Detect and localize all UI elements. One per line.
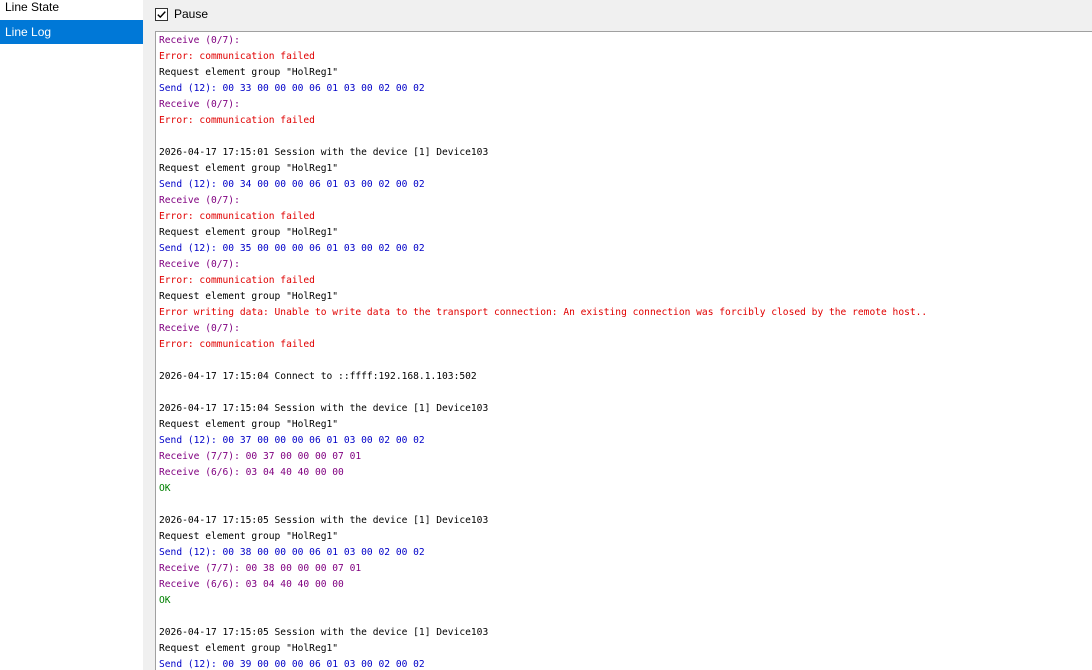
log-line: Error writing data: Unable to write data… [159, 307, 928, 318]
log-line: Receive (0/7): [159, 195, 240, 206]
log-line: Send (12): 00 38 00 00 00 06 01 03 00 02… [159, 547, 425, 558]
pause-checkbox[interactable] [155, 8, 168, 21]
log-line: Error: communication failed [159, 275, 315, 286]
log-line: OK [159, 483, 171, 494]
sidebar-item-line-log[interactable]: Line Log [0, 20, 143, 44]
log-line: 2026-04-17 17:15:04 Session with the dev… [159, 403, 489, 414]
log-line: Send (12): 00 33 00 00 00 06 01 03 00 02… [159, 83, 425, 94]
log-line: Request element group "HolReg1" [159, 163, 339, 174]
log-line: Send (12): 00 35 00 00 00 06 01 03 00 02… [159, 243, 425, 254]
log-toolbar: Pause [143, 0, 1092, 31]
log-line: 2026-04-17 17:15:01 Session with the dev… [159, 147, 489, 158]
log-line: Receive (0/7): [159, 99, 240, 110]
log-textbox[interactable]: Receive (0/7): Error: communication faile… [155, 31, 1092, 670]
log-line [159, 353, 927, 369]
log-line: Error: communication failed [159, 51, 315, 62]
log-line: Request element group "HolReg1" [159, 643, 339, 654]
log-line: Receive (7/7): 00 38 00 00 00 07 01 [159, 563, 362, 574]
log-line: Receive (6/6): 03 04 40 40 00 00 [159, 467, 344, 478]
line-log-window: Line State Line Log Pause Receive (0/7):… [0, 0, 1092, 670]
log-line: Receive (0/7): [159, 323, 240, 334]
log-pane: Pause Receive (0/7): Error: communication… [143, 0, 1092, 670]
pause-label[interactable]: Pause [174, 7, 208, 22]
log-line [159, 609, 927, 625]
log-line: Error: communication failed [159, 339, 315, 350]
log-line: Error: communication failed [159, 115, 315, 126]
checkmark-icon [157, 11, 166, 19]
log-line: Send (12): 00 34 00 00 00 06 01 03 00 02… [159, 179, 425, 190]
sidebar-nav: Line State Line Log [0, 0, 143, 670]
log-line: Request element group "HolReg1" [159, 291, 339, 302]
log-lines: Receive (0/7): Error: communication faile… [159, 33, 927, 670]
log-line: Receive (6/6): 03 04 40 40 00 00 [159, 579, 344, 590]
log-line: Send (12): 00 39 00 00 00 06 01 03 00 02… [159, 659, 425, 670]
log-line [159, 497, 927, 513]
log-line: Receive (0/7): [159, 259, 240, 270]
log-line [159, 129, 927, 145]
log-line: Request element group "HolReg1" [159, 531, 339, 542]
log-line: Request element group "HolReg1" [159, 227, 339, 238]
log-line: OK [159, 595, 171, 606]
log-line: Error: communication failed [159, 211, 315, 222]
log-line: Receive (0/7): [159, 35, 240, 46]
log-line: Send (12): 00 37 00 00 00 06 01 03 00 02… [159, 435, 425, 446]
log-line: Request element group "HolReg1" [159, 419, 339, 430]
log-line: Request element group "HolReg1" [159, 67, 339, 78]
sidebar-item-line-state[interactable]: Line State [0, 0, 143, 19]
log-line [159, 385, 927, 401]
log-line: 2026-04-17 17:15:04 Connect to ::ffff:19… [159, 371, 477, 382]
log-line: Receive (7/7): 00 37 00 00 00 07 01 [159, 451, 362, 462]
log-line: 2026-04-17 17:15:05 Session with the dev… [159, 627, 489, 638]
log-line: 2026-04-17 17:15:05 Session with the dev… [159, 515, 489, 526]
